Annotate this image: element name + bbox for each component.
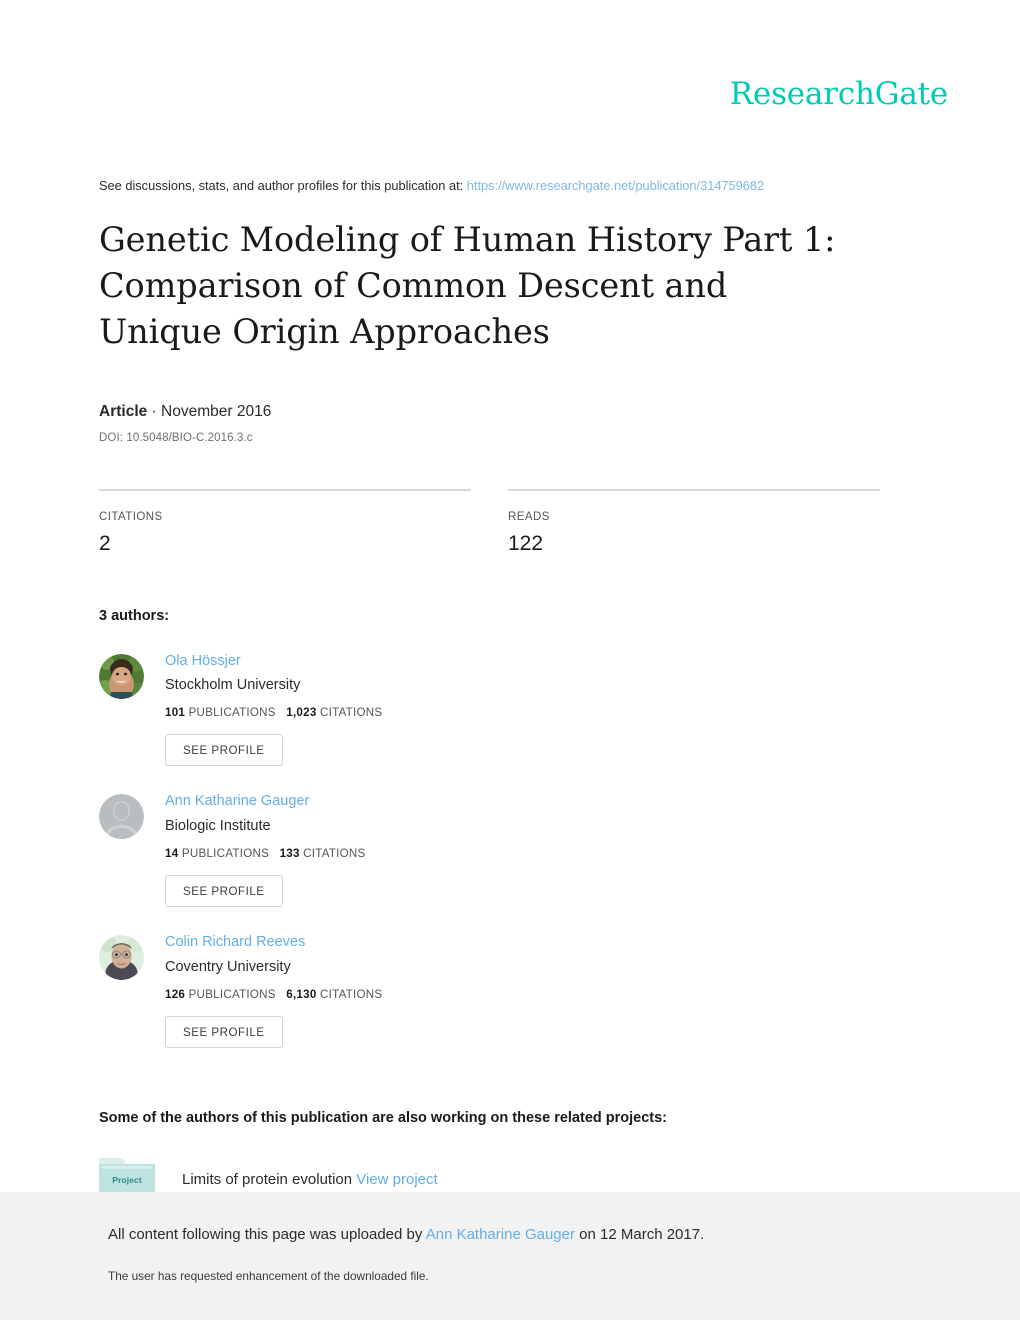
folder-label: Project: [112, 1174, 142, 1185]
projects-heading: Some of the authors of this publication …: [99, 1109, 668, 1126]
stat-citations: CITATIONS 2: [99, 488, 471, 556]
divider: [508, 488, 880, 491]
see-profile-button[interactable]: SEE PROFILE: [165, 734, 283, 767]
avatar-photo-icon: [99, 653, 144, 699]
author-info: Ann Katharine Gauger Biologic Institute …: [165, 792, 366, 908]
avatar-placeholder-icon: [99, 794, 144, 840]
author-citations-count: 1,023: [286, 706, 317, 720]
stat-reads: READS 122: [508, 488, 880, 556]
article-type-label: Article: [99, 402, 148, 420]
footer-upload-line: All content following this page was uplo…: [108, 1226, 908, 1243]
discussion-line: See discussions, stats, and author profi…: [99, 177, 889, 195]
article-meta: Article · November 2016: [99, 403, 889, 421]
authors-heading: 3 authors:: [99, 607, 170, 624]
doi-text: DOI: 10.5048/BIO-C.2016.3.c: [99, 431, 253, 444]
author-citations-count: 6,130: [286, 987, 317, 1001]
see-profile-button[interactable]: SEE PROFILE: [165, 1015, 283, 1048]
author-card: Colin Richard Reeves Coventry University…: [99, 933, 508, 1048]
footer-suffix-text: on 12 March 2017.: [575, 1226, 705, 1243]
author-affiliation: Biologic Institute: [165, 817, 271, 834]
footer-enhancement-note: The user has requested enhancement of th…: [108, 1269, 429, 1283]
publications-label: PUBLICATIONS: [188, 706, 276, 720]
folder-strip: [102, 1165, 152, 1169]
publication-cover-page: ResearchGate See discussions, stats, and…: [0, 0, 1020, 1320]
author-card: Ann Katharine Gauger Biologic Institute …: [99, 792, 508, 908]
author-name-link[interactable]: Ola Hössjer: [165, 653, 382, 670]
avatar[interactable]: [99, 653, 144, 699]
author-publications-count: 101: [165, 706, 186, 720]
author-info: Colin Richard Reeves Coventry University…: [165, 933, 382, 1048]
author-info: Ola Hössjer Stockholm University 101 PUB…: [165, 652, 382, 767]
authors-grid: Ola Hössjer Stockholm University 101 PUB…: [99, 652, 889, 1074]
author-publications-count: 126: [165, 987, 186, 1001]
footer-prefix-text: All content following this page was uplo…: [108, 1226, 426, 1243]
author-affiliation: Stockholm University: [165, 676, 301, 693]
view-project-link[interactable]: View project: [356, 1171, 437, 1188]
see-profile-button[interactable]: SEE PROFILE: [165, 875, 283, 908]
discussion-prefix-text: See discussions, stats, and author profi…: [99, 178, 467, 193]
footer-uploader-link[interactable]: Ann Katharine Gauger: [426, 1226, 575, 1243]
stat-value-reads: 122: [508, 531, 544, 555]
meta-separator: ·: [147, 402, 162, 420]
publication-url-link[interactable]: https://www.researchgate.net/publication…: [467, 178, 764, 193]
stat-label-reads: READS: [508, 510, 550, 523]
author-stats: 101 PUBLICATIONS 1,023 CITATIONS: [165, 706, 382, 719]
divider: [99, 488, 471, 491]
stat-value-citations: 2: [99, 531, 111, 555]
stat-label-citations: CITATIONS: [99, 510, 163, 523]
author-card: Ola Hössjer Stockholm University 101 PUB…: [99, 652, 508, 767]
author-affiliation: Coventry University: [165, 958, 291, 975]
content-column: See discussions, stats, and author profi…: [99, 0, 889, 1278]
stats-row: CITATIONS 2 READS 122: [99, 488, 889, 556]
publications-label: PUBLICATIONS: [188, 987, 276, 1001]
publications-label: PUBLICATIONS: [181, 847, 270, 861]
author-stats: 14 PUBLICATIONS 133 CITATIONS: [165, 847, 366, 860]
article-date: November 2016: [161, 402, 272, 420]
avatar-photo-icon: [99, 935, 144, 981]
author-name-link[interactable]: Ann Katharine Gauger: [165, 793, 366, 810]
page-title: Genetic Modeling of Human History Part 1…: [99, 219, 836, 352]
footer: All content following this page was uplo…: [0, 1192, 1020, 1320]
citations-label: CITATIONS: [303, 847, 366, 861]
project-title: Limits of protein evolution: [182, 1171, 353, 1189]
citations-label: CITATIONS: [320, 706, 383, 720]
author-citations-count: 133: [279, 847, 300, 861]
footer-inner: All content following this page was uplo…: [108, 1192, 908, 1283]
avatar[interactable]: [99, 935, 144, 981]
author-stats: 126 PUBLICATIONS 6,130 CITATIONS: [165, 988, 382, 1001]
citations-label: CITATIONS: [320, 987, 383, 1001]
project-text: Limits of protein evolution View project: [182, 1171, 438, 1188]
author-publications-count: 14: [165, 847, 179, 861]
author-name-link[interactable]: Colin Richard Reeves: [165, 934, 382, 951]
avatar[interactable]: [99, 794, 144, 840]
